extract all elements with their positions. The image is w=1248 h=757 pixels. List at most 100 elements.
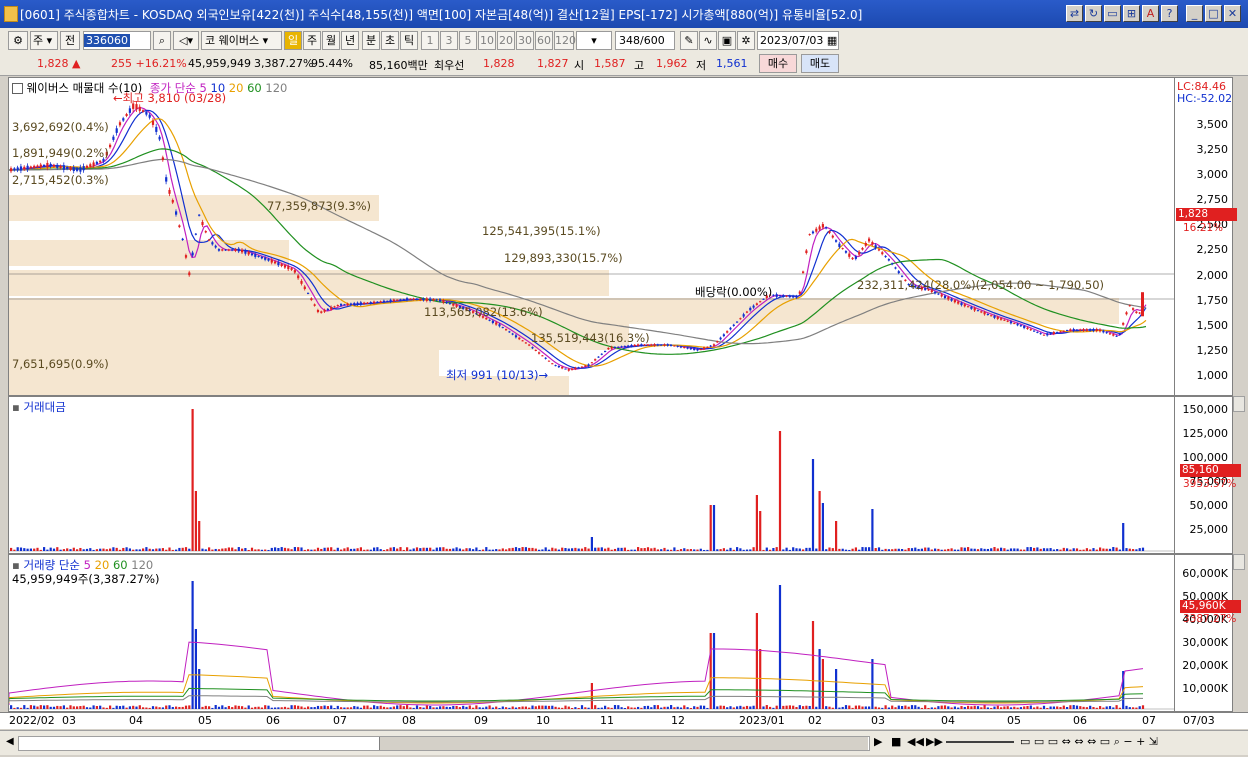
amount-bar (934, 548, 937, 551)
line-tool-icon[interactable]: ∿ (699, 31, 717, 50)
interval-3[interactable]: 3 (440, 31, 458, 50)
settings-icon[interactable]: ⚙ (8, 31, 28, 50)
horizontal-scrollbar[interactable] (18, 736, 870, 751)
volume-bar (472, 707, 475, 709)
pane-scroll[interactable] (1233, 396, 1245, 412)
gear-icon[interactable]: ✲ (737, 31, 755, 50)
pane-scroll[interactable] (1233, 554, 1245, 570)
custom-interval-input[interactable]: ▾ (576, 31, 612, 50)
volume-bar (561, 707, 564, 709)
amount-bar (10, 547, 13, 551)
volume-pane[interactable]: ▪ 거래량 단순 5 20 60 120 45,959,949주(3,387.2… (8, 554, 1175, 712)
period-daily[interactable]: 일 (284, 31, 302, 50)
candle-body (221, 249, 224, 251)
volume-bar (389, 707, 392, 709)
candle-body (577, 367, 580, 369)
scroll-left-icon[interactable]: ◀ (6, 736, 16, 750)
volume-axis[interactable]: 60,000K 50,000K 40,000K 30,000K 20,000K … (1175, 554, 1233, 712)
period-tick[interactable]: 틱 (400, 31, 418, 50)
candle-body (719, 337, 722, 340)
speed-slider[interactable] (946, 741, 1014, 743)
volume-bar (802, 706, 805, 709)
amount-bar (676, 549, 679, 551)
copy-icon[interactable]: ▭ (1104, 5, 1121, 22)
volume-bar (960, 706, 963, 709)
search-icon[interactable]: ⌕ (153, 31, 171, 50)
amount-bar (736, 547, 739, 551)
sell-button[interactable]: 매도 (801, 54, 839, 73)
interval-20[interactable]: 20 (497, 31, 515, 50)
candle-body (95, 161, 98, 164)
pane-menu-icon[interactable]: ▪ (12, 558, 20, 572)
buy-button[interactable]: 매수 (759, 54, 797, 73)
data-count[interactable]: 348/600 (615, 31, 675, 50)
interval-10[interactable]: 10 (478, 31, 496, 50)
price-pane[interactable]: 웨이버스 매물대 수(10) 종가 단순 5 10 20 60 120 ←최고 … (8, 77, 1175, 396)
interval-30[interactable]: 30 (516, 31, 534, 50)
amount-bar (151, 549, 155, 551)
candle-body (861, 247, 864, 250)
scroll-thumb[interactable] (379, 737, 868, 750)
amount-bar (432, 549, 435, 551)
minimize-button[interactable]: _ (1186, 5, 1203, 22)
volume-bar (709, 633, 712, 709)
amount-bar (561, 547, 564, 551)
speaker-icon[interactable]: ◁▾ (173, 31, 199, 50)
help-icon[interactable]: ? (1161, 5, 1178, 22)
interval-60[interactable]: 60 (535, 31, 553, 50)
amount-bar (802, 549, 805, 551)
window-title: [0601] 주식종합차트 - KOSDAQ 외국인보유[422(천)] 주식수… (20, 8, 863, 22)
amount-bar (33, 548, 36, 551)
date-input[interactable]: 2023/07/03 ▦ (757, 31, 839, 50)
candle-body (1033, 330, 1036, 332)
volume-bar (1092, 707, 1095, 709)
pin-icon[interactable]: ✎ (680, 31, 698, 50)
amount-bar (208, 547, 211, 551)
candle-body (1141, 292, 1144, 317)
font-icon[interactable]: A (1142, 5, 1159, 22)
play-icon[interactable]: ▶ (874, 735, 882, 748)
save-icon[interactable]: ▣ (718, 31, 736, 50)
period-monthly[interactable]: 월 (322, 31, 340, 50)
amount-bar (472, 549, 475, 551)
interval-120[interactable]: 120 (554, 31, 576, 50)
maximize-button[interactable]: □ (1205, 5, 1222, 22)
stock-code-input[interactable]: 336060 (83, 31, 151, 50)
interval-5[interactable]: 5 (459, 31, 477, 50)
period-yearly[interactable]: 년 (341, 31, 359, 50)
stock-name-box[interactable]: 코 웨이버스 ▾ (201, 31, 282, 50)
volume-bar (1105, 706, 1108, 709)
candle-body (696, 348, 699, 351)
high-price: 1,962 (656, 57, 688, 70)
candle-body (33, 165, 36, 168)
candle-body (198, 214, 201, 216)
amount-bar (481, 549, 485, 551)
forward-icon[interactable]: ▶▶ (926, 735, 943, 748)
rewind-icon[interactable]: ◀◀ (907, 735, 924, 748)
candle-body (1085, 329, 1088, 331)
chart-menu-icon[interactable] (12, 83, 23, 94)
volume-bar (970, 706, 973, 709)
volume-bar (785, 705, 788, 709)
volume-bar (376, 706, 379, 709)
period-second[interactable]: 초 (381, 31, 399, 50)
period-minute[interactable]: 분 (362, 31, 380, 50)
close-button[interactable]: ✕ (1224, 5, 1241, 22)
stop-icon[interactable]: ■ (891, 735, 901, 748)
zoom-tools-icon[interactable]: ▭ ▭ ▭ ⇔ ⇔ ⇔ ▭ ⌕ − + ⇲ (1020, 735, 1158, 749)
amount-bar (755, 495, 758, 551)
volume-bar (976, 706, 980, 709)
volume-bar (1089, 705, 1092, 709)
print-icon[interactable]: ⊞ (1123, 5, 1140, 22)
interval-1[interactable]: 1 (421, 31, 439, 50)
pane-menu-icon[interactable]: ▪ (12, 400, 20, 414)
price-axis[interactable]: LC:84.46 HC:-52.02 3,500 3,250 3,000 2,7… (1175, 77, 1233, 396)
amount-bar (36, 547, 39, 551)
market-select[interactable]: 주 ▾ (30, 31, 58, 50)
prev-button[interactable]: 전 (60, 31, 80, 50)
period-weekly[interactable]: 주 (303, 31, 321, 50)
link-icon[interactable]: ⇄ (1066, 5, 1083, 22)
refresh-icon[interactable]: ↻ (1085, 5, 1102, 22)
candle-body (887, 259, 890, 261)
amount-pane[interactable]: ▪ 거래대금 (8, 396, 1175, 554)
